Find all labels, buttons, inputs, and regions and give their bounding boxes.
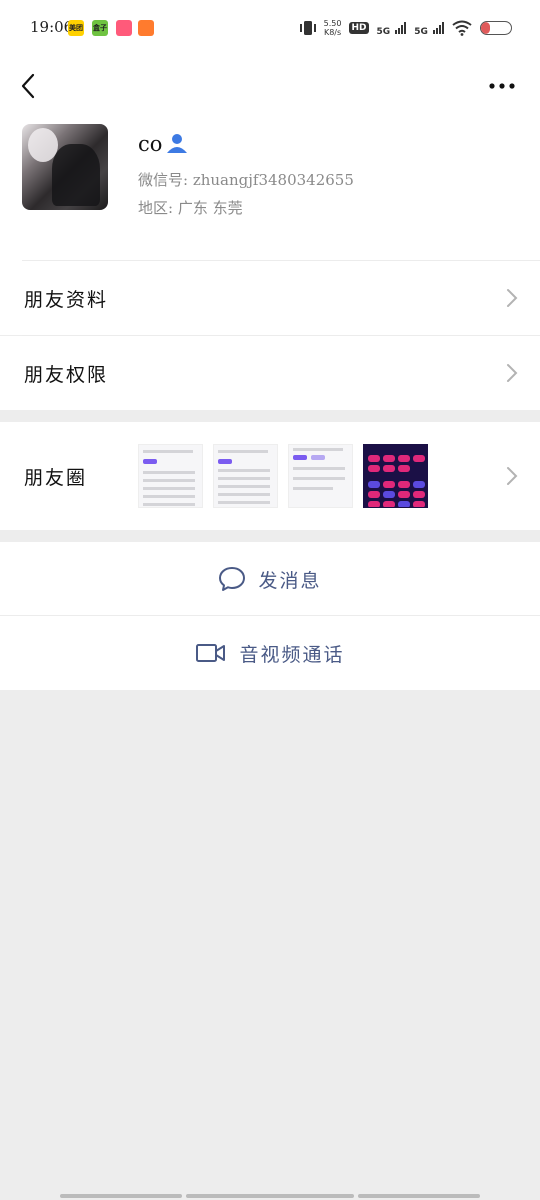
- vibrate-icon: [299, 21, 316, 35]
- video-call-button[interactable]: 音视频通话: [0, 616, 540, 690]
- battery-level: [481, 22, 490, 34]
- hezi-app-icon: 盒子: [92, 20, 108, 36]
- moments-thumbnail[interactable]: [213, 444, 278, 508]
- chat-bubble-icon: [219, 567, 246, 591]
- signal-sim1: 5G: [377, 19, 407, 38]
- nav-indicator: [358, 1194, 480, 1198]
- profile-card: co 微信号: zhuangjf3480342655 地区: 广东 东莞: [0, 116, 540, 261]
- send-message-label: 发消息: [258, 569, 322, 592]
- signal-bars-icon: [433, 21, 444, 34]
- friend-profile-row[interactable]: 朋友资料: [0, 261, 540, 335]
- wifi-icon: [452, 20, 472, 36]
- video-camera-icon: [196, 644, 226, 662]
- battery-icon: [480, 21, 512, 35]
- friend-permissions-row[interactable]: 朋友权限: [0, 336, 540, 410]
- nickname: co: [138, 132, 163, 156]
- app-icon: [138, 20, 154, 36]
- moments-thumbnail[interactable]: [288, 444, 353, 508]
- moments-thumbnails: [138, 444, 428, 508]
- friend-permissions-label: 朋友权限: [24, 364, 109, 386]
- video-call-label: 音视频通话: [239, 643, 345, 666]
- nav-indicator: [60, 1194, 182, 1198]
- chevron-right-icon: [507, 364, 518, 382]
- moments-thumbnail[interactable]: [138, 444, 203, 508]
- signal-bars-icon: [395, 21, 407, 34]
- top-bar: [0, 56, 540, 116]
- send-message-button[interactable]: 发消息: [0, 542, 540, 616]
- chevron-right-icon: [507, 289, 518, 307]
- network-speed: 5.50 K8/s: [323, 19, 342, 37]
- app-icon: [116, 20, 132, 36]
- status-indicators: 5.50 K8/s HD 5G 5G: [299, 16, 512, 40]
- avatar[interactable]: [22, 124, 108, 210]
- wechat-id: 微信号: zhuangjf3480342655: [138, 171, 354, 189]
- meituan-app-icon: 美团: [68, 20, 84, 36]
- nav-indicator: [186, 1194, 354, 1198]
- signal-sim2: 5G: [414, 19, 444, 38]
- region: 地区: 广东 东莞: [138, 199, 243, 217]
- more-dots-icon[interactable]: [486, 74, 518, 98]
- hd-badge: HD: [349, 22, 369, 34]
- status-time: 19:06: [30, 18, 74, 36]
- moments-label: 朋友圈: [24, 467, 88, 489]
- moments-row[interactable]: 朋友圈: [0, 422, 540, 530]
- moments-thumbnail[interactable]: [363, 444, 428, 508]
- chevron-right-icon: [507, 467, 518, 485]
- person-icon: [167, 134, 187, 153]
- friend-profile-label: 朋友资料: [24, 289, 109, 311]
- status-bar: 19:06 美团 盒子 5.50 K8/s HD 5G 5G: [0, 0, 540, 56]
- chevron-left-icon[interactable]: [14, 70, 46, 102]
